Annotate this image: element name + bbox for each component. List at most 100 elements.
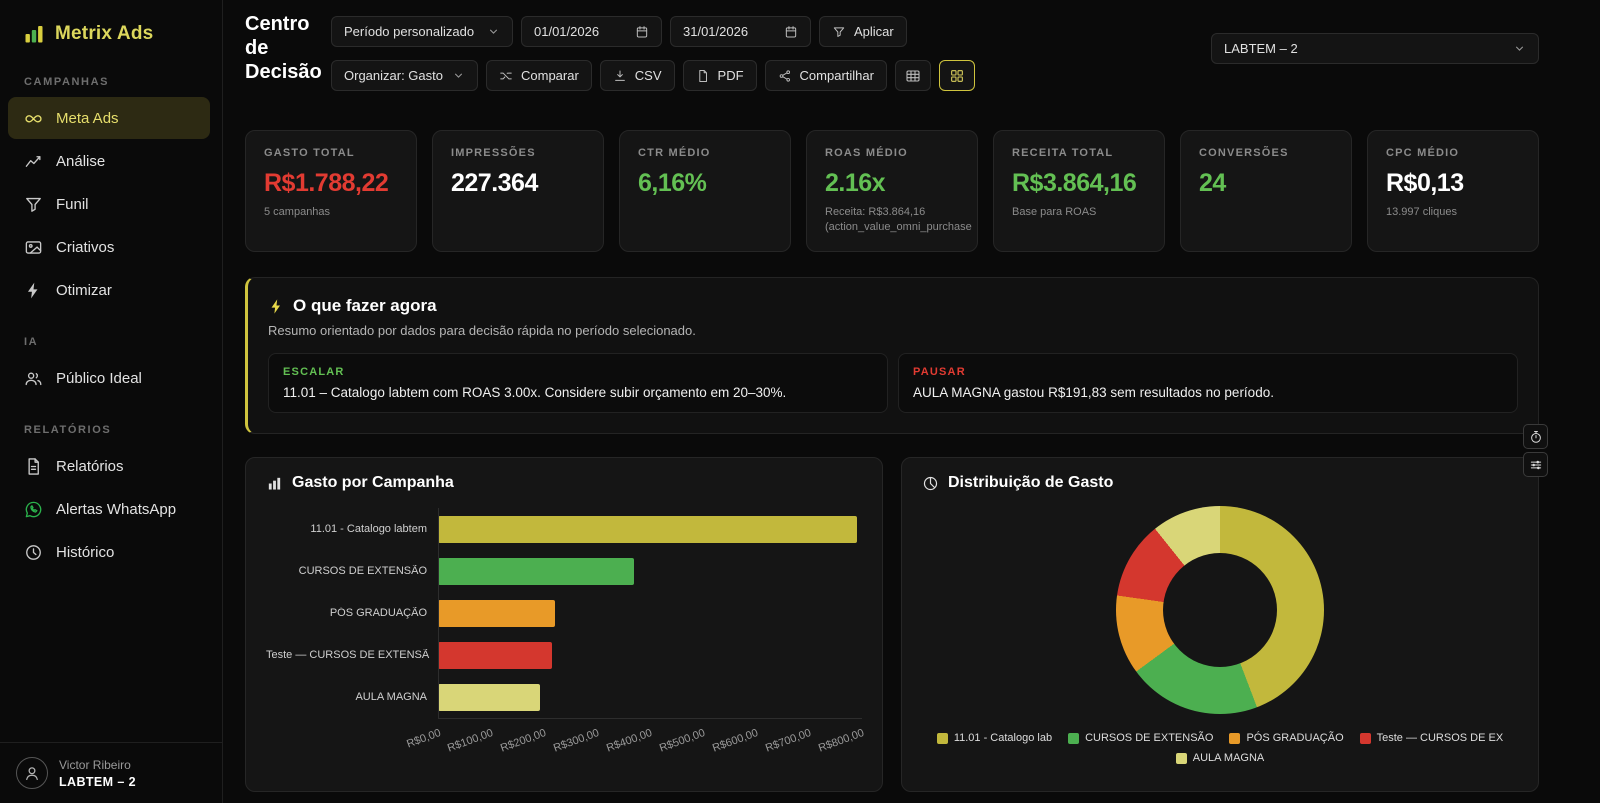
axis-tick-label: R$800,00 xyxy=(817,727,867,755)
app-title: Metrix Ads xyxy=(55,23,154,44)
organize-select-value: Organizar: Gasto xyxy=(344,68,443,83)
account-select[interactable]: LABTEM – 2 xyxy=(1211,33,1539,64)
pdf-button[interactable]: PDF xyxy=(682,60,757,91)
people-icon xyxy=(24,369,43,388)
legend-item[interactable]: 11.01 - Catalogo lab xyxy=(936,732,1053,744)
account-select-value: LABTEM – 2 xyxy=(1224,41,1298,56)
sidebar-item-alertas-whatsapp[interactable]: Alertas WhatsApp xyxy=(8,488,210,530)
pdf-button-label: PDF xyxy=(717,68,744,83)
decision-subtitle: Resumo orientado por dados para decisão … xyxy=(268,323,696,338)
compare-button[interactable]: Comparar xyxy=(486,60,592,91)
nav-section-label: IA xyxy=(24,336,39,348)
float-button-timer[interactable] xyxy=(1523,424,1548,449)
decision-title: O que fazer agora xyxy=(293,296,437,315)
organize-select[interactable]: Organizar: Gasto xyxy=(331,60,478,91)
csv-button-label: CSV xyxy=(634,68,662,83)
date-to-input[interactable]: 31/01/2026 xyxy=(670,16,811,47)
date-to-value: 31/01/2026 xyxy=(683,24,749,39)
float-button-filters[interactable] xyxy=(1523,452,1548,477)
calendar-icon xyxy=(784,25,798,39)
kpi-card-conversoes: CONVERSÕES 24 xyxy=(1180,130,1352,252)
kpi-card-roas-medio: ROAS MÉDIO 2.16x Receita: R$3.864,16 (acti… xyxy=(806,130,978,252)
donut-chart-title: Distribuição de Gasto xyxy=(948,474,1114,491)
kpi-value: 6,16% xyxy=(638,169,707,197)
bar-row: CURSOS DE EXTENSÃO xyxy=(266,550,862,592)
kpi-sub: Base para ROAS xyxy=(1012,206,1097,218)
sidebar-item-otimizar[interactable]: Otimizar xyxy=(8,269,210,311)
logo: Metrix Ads xyxy=(0,0,222,52)
legend-item[interactable]: CURSOS DE EXTENSÃO xyxy=(1068,732,1213,744)
bar-track xyxy=(438,515,862,543)
sidebar-item-meta-ads[interactable]: Meta Ads xyxy=(8,97,210,139)
kpi-sub: 5 campanhas xyxy=(264,206,331,218)
legend-item[interactable]: AULA MAGNA xyxy=(1175,752,1264,764)
meta-icon xyxy=(24,109,43,128)
bar-category-label: AULA MAGNA xyxy=(355,691,427,703)
sidebar-item-label: Criativos xyxy=(56,238,115,256)
controls-row-2: Organizar: Gasto Comparar CSV PDF Compar… xyxy=(331,60,975,91)
legend-swatch xyxy=(936,732,948,744)
filter-icon xyxy=(832,25,846,39)
kpi-value: 227.364 xyxy=(451,169,538,197)
sidebar-item-historico[interactable]: Histórico xyxy=(8,531,210,573)
period-select[interactable]: Período personalizado xyxy=(331,16,513,47)
funnel-icon xyxy=(24,195,43,214)
file-icon xyxy=(696,69,710,83)
legend-label: CURSOS DE EXTENSÃO xyxy=(1085,732,1214,744)
sidebar-item-criativos[interactable]: Criativos xyxy=(8,226,210,268)
share-button-label: Compartilhar xyxy=(799,68,874,83)
apply-button[interactable]: Aplicar xyxy=(819,16,907,47)
donut-graphic xyxy=(1116,506,1324,714)
sidebar-item-label: Alertas WhatsApp xyxy=(56,500,177,518)
kpi-card-receita-total: RECEITA TOTAL R$3.864,16 Base para ROAS xyxy=(993,130,1165,252)
axis-tick-label: R$600,00 xyxy=(711,727,761,755)
sliders-icon xyxy=(1529,458,1543,472)
bar-row: Teste — CURSOS DE EXTENSÃ xyxy=(266,634,862,676)
kpi-label: IMPRESSÕES xyxy=(451,147,536,159)
recommendation-text: 11.01 – Catalogo labtem com ROAS 3.00x. … xyxy=(283,385,787,400)
sidebar-item-relatorios[interactable]: Relatórios xyxy=(8,445,210,487)
sidebar: Metrix Ads CAMPANHAS Meta Ads Análise Funil… xyxy=(0,0,223,803)
axis-tick-label: R$500,00 xyxy=(658,727,708,755)
legend-item[interactable]: Teste — CURSOS DE EX xyxy=(1359,732,1503,744)
grid-view-button[interactable] xyxy=(938,60,975,91)
sidebar-item-funil[interactable]: Funil xyxy=(8,183,210,225)
share-button[interactable]: Compartilhar xyxy=(764,60,887,91)
kpi-label: ROAS MÉDIO xyxy=(825,147,908,159)
bar-chart-icon xyxy=(266,475,283,492)
sidebar-item-label: Funil xyxy=(56,195,89,213)
axis-tick-label: R$0,00 xyxy=(404,727,443,751)
document-icon xyxy=(24,457,43,476)
legend-swatch xyxy=(1359,732,1371,744)
bar-track xyxy=(438,599,862,627)
bar-track xyxy=(438,557,862,585)
bar-rows: 11.01 - Catalogo labtem CURSOS DE EXTENSÃ… xyxy=(266,508,862,718)
stopwatch-icon xyxy=(1529,430,1543,444)
legend-label: PÓS GRADUAÇÃO xyxy=(1246,732,1344,744)
kpi-value: R$0,13 xyxy=(1386,169,1464,197)
legend-swatch xyxy=(1175,752,1187,764)
sidebar-nav: CAMPANHAS Meta Ads Análise Funil Criativos Ot… xyxy=(0,52,222,574)
date-from-input[interactable]: 01/01/2026 xyxy=(521,16,662,47)
bar-track xyxy=(438,641,862,669)
sidebar-item-publico-ideal[interactable]: Público Ideal xyxy=(8,357,210,399)
charts-row: Gasto por Campanha 11.01 - Catalogo labt… xyxy=(245,457,1539,792)
table-view-button[interactable] xyxy=(894,60,931,91)
legend-label: 11.01 - Catalogo lab xyxy=(953,732,1053,744)
calendar-icon xyxy=(635,25,649,39)
bar-row: 11.01 - Catalogo labtem xyxy=(266,508,862,550)
bar-x-axis: R$0,00 R$100,00 R$200,00 R$300,00 R$400,00 R$… xyxy=(405,718,866,762)
bar xyxy=(438,557,635,585)
legend-item[interactable]: PÓS GRADUAÇÃO xyxy=(1229,732,1344,744)
user-profile: Victor Ribeiro LABTEM – 2 xyxy=(0,742,222,803)
sidebar-item-analise[interactable]: Análise xyxy=(8,140,210,182)
csv-button[interactable]: CSV xyxy=(599,60,675,91)
chevron-down-icon xyxy=(452,69,465,82)
axis-tick-label: R$100,00 xyxy=(446,727,496,755)
bar-category-label: Teste — CURSOS DE EXTENSÃ xyxy=(266,649,430,661)
apply-button-label: Aplicar xyxy=(854,24,894,39)
grid-icon xyxy=(949,68,965,84)
recommendation-tag: ESCALAR xyxy=(283,366,345,378)
bolt-icon xyxy=(24,281,43,300)
recommendations: ESCALAR 11.01 – Catalogo labtem com ROAS … xyxy=(268,353,1518,413)
